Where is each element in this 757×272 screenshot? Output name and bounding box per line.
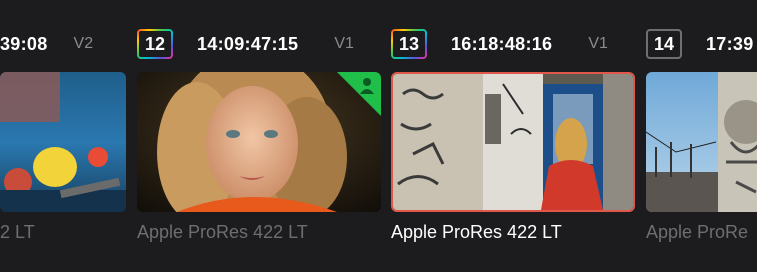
clip-codec: 422 LT <box>0 222 35 242</box>
clip-number-badge: 12 <box>137 29 173 59</box>
thumbnail-image <box>137 72 381 212</box>
clip-codec: Apple ProRe <box>646 222 749 242</box>
clip-timecode: 39:08 <box>0 33 48 54</box>
thumbnail-image <box>0 72 126 212</box>
clip-timecode: 14:09:47:15 <box>197 33 299 54</box>
clip-number-badge: 14 <box>646 29 682 59</box>
clip-card[interactable]: 14 17:39 Apple ProRe <box>646 0 757 272</box>
thumbnail-image <box>646 72 757 212</box>
clip-header: 12 14:09:47:15 V1 <box>137 24 354 64</box>
clip-thumbnail[interactable] <box>646 72 757 212</box>
clip-track: V1 <box>334 35 354 52</box>
clip-codec: Apple ProRes 422 LT <box>137 222 308 242</box>
clip-codec: Apple ProRes 422 LT <box>391 222 562 242</box>
clip-strip: 39:08 V2 422 LT <box>0 0 757 272</box>
clip-track: V2 <box>73 35 94 52</box>
clip-card-selected[interactable]: 13 16:18:48:16 V1 Apple ProRes 422 LT <box>391 0 635 272</box>
clip-header: 14 17:39 <box>646 24 754 64</box>
clip-track: V1 <box>588 35 608 52</box>
clip-header: 13 16:18:48:16 V1 <box>391 24 608 64</box>
clip-thumbnail[interactable] <box>391 72 635 212</box>
clip-header: 39:08 V2 <box>0 24 93 64</box>
clip-timecode: 16:18:48:16 <box>451 33 553 54</box>
clip-card[interactable]: 39:08 V2 422 LT <box>0 0 126 272</box>
thumbnail-image <box>393 74 633 210</box>
clip-thumbnail[interactable] <box>137 72 381 212</box>
clip-timecode: 17:39 <box>706 33 754 54</box>
clip-number-badge: 13 <box>391 29 427 59</box>
clip-card[interactable]: 12 14:09:47:15 V1 Apple ProRes 422 LT <box>137 0 381 272</box>
clip-thumbnail[interactable] <box>0 72 126 212</box>
